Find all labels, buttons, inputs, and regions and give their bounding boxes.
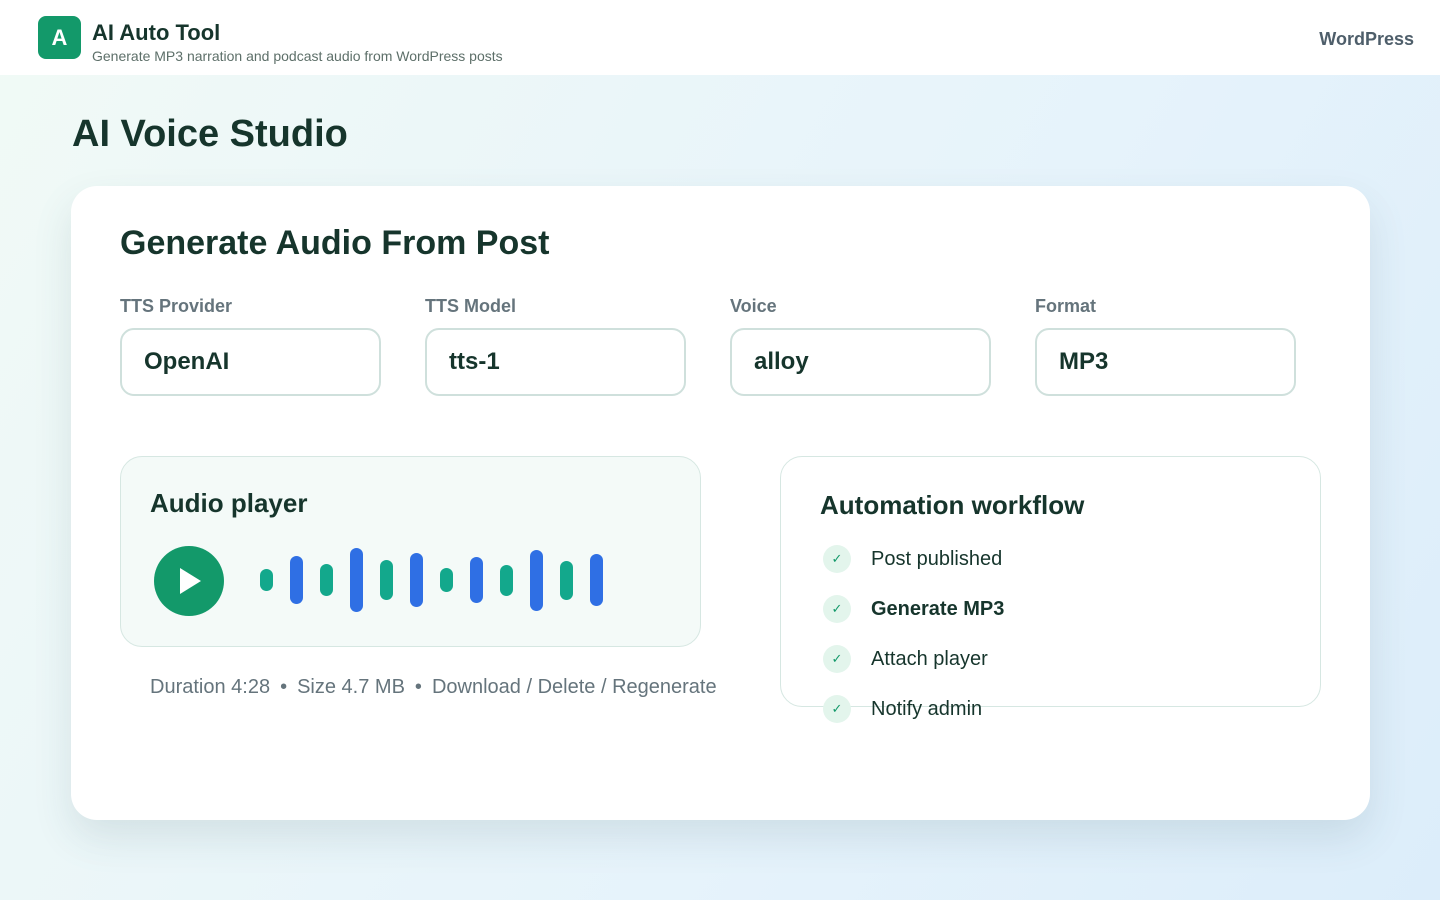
- waveform-bar: [440, 568, 453, 592]
- card-title: Generate Audio From Post: [120, 224, 550, 262]
- tts-provider-label: TTS Provider: [120, 296, 233, 316]
- top-bar: A AI Auto Tool Generate MP3 narration an…: [0, 0, 1440, 75]
- waveform-bar: [530, 550, 543, 611]
- page-title: AI Voice Studio: [72, 113, 348, 155]
- waveform-bar: [260, 569, 273, 591]
- meta-separator: •: [414, 676, 422, 698]
- workflow-step: ✓ Notify admin: [823, 695, 982, 723]
- waveform-bar: [320, 564, 333, 596]
- format-select[interactable]: MP3: [1035, 328, 1296, 396]
- automation-workflow: Automation workflow ✓ Post published ✓ G…: [780, 456, 1321, 723]
- audio-player: Audio player: [120, 456, 701, 647]
- generate-audio-card: Generate Audio From Post TTS Provider Op…: [71, 186, 1370, 820]
- wordpress-link[interactable]: WordPress: [1319, 29, 1414, 50]
- app-title: AI Auto Tool: [92, 20, 221, 45]
- tts-model-field: TTS Model tts-1: [425, 296, 686, 396]
- audio-waveform[interactable]: [260, 547, 610, 613]
- app-logo-letter: A: [51, 24, 68, 50]
- workflow-title: Automation workflow: [820, 490, 1085, 520]
- workflow-step-label: Generate MP3: [871, 597, 1005, 620]
- app-subtitle: Generate MP3 narration and podcast audio…: [92, 48, 503, 64]
- voice-label: Voice: [730, 296, 777, 316]
- workflow-step: ✓ Attach player: [823, 645, 988, 673]
- audio-meta: Duration 4:28 • Size 4.7 MB • Download / Del…: [150, 676, 717, 699]
- voice-field: Voice alloy: [730, 296, 991, 396]
- duration-text: Duration 4:28: [150, 676, 271, 698]
- meta-separator: •: [280, 676, 288, 698]
- meta-slash: /: [600, 676, 607, 698]
- waveform-bar: [560, 561, 573, 600]
- tts-model-label: TTS Model: [425, 296, 516, 316]
- waveform-bar: [410, 553, 423, 607]
- waveform-bar: [380, 560, 393, 600]
- format-field: Format MP3: [1035, 296, 1296, 396]
- tts-model-select[interactable]: tts-1: [425, 328, 686, 396]
- check-icon: ✓: [823, 545, 851, 573]
- check-icon: ✓: [823, 595, 851, 623]
- delete-link[interactable]: Delete: [538, 676, 596, 698]
- workflow-step: ✓ Generate MP3: [823, 595, 1004, 623]
- waveform-bar: [590, 554, 603, 606]
- download-link[interactable]: Download: [432, 676, 521, 698]
- size-text: Size 4.7 MB: [297, 676, 405, 698]
- meta-slash: /: [526, 676, 533, 698]
- format-label: Format: [1035, 296, 1097, 316]
- waveform-bar: [470, 557, 483, 603]
- check-icon: ✓: [823, 695, 851, 723]
- play-icon: [180, 568, 201, 594]
- regenerate-link[interactable]: Regenerate: [612, 676, 717, 698]
- voice-select[interactable]: alloy: [730, 328, 991, 396]
- workflow-step-label: Attach player: [871, 647, 988, 670]
- app-logo: A: [38, 16, 81, 59]
- tts-provider-select[interactable]: OpenAI: [120, 328, 381, 396]
- audio-player-title: Audio player: [150, 488, 308, 518]
- waveform-bar: [350, 548, 363, 612]
- check-icon: ✓: [823, 645, 851, 673]
- workflow-step-label: Notify admin: [871, 697, 983, 720]
- play-button[interactable]: [154, 546, 224, 616]
- waveform-bar: [500, 565, 513, 596]
- workflow-step-label: Post published: [871, 547, 1003, 570]
- tts-provider-field: TTS Provider OpenAI: [120, 296, 381, 396]
- workflow-step: ✓ Post published: [823, 545, 1002, 573]
- waveform-bar: [290, 556, 303, 604]
